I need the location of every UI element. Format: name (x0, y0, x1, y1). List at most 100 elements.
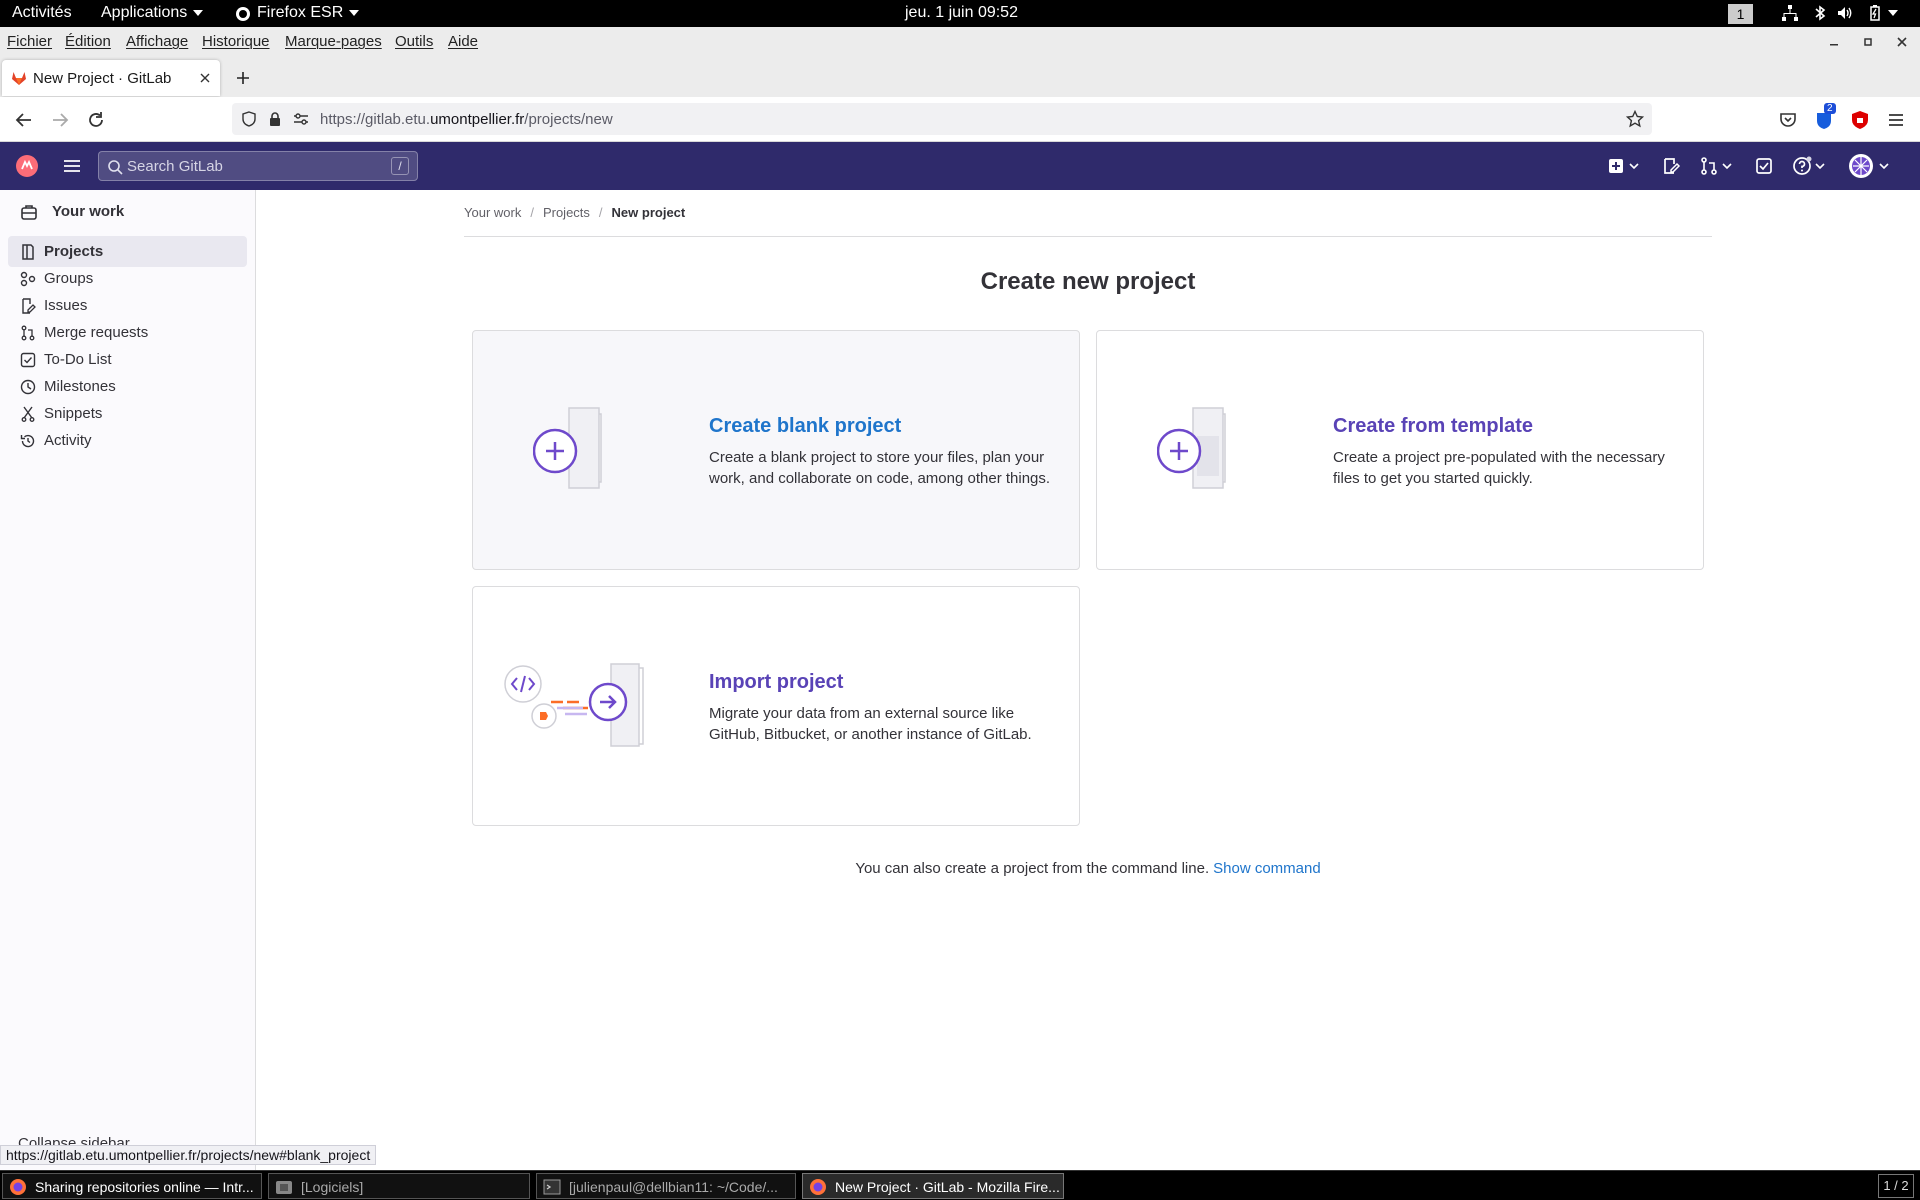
maximize-icon[interactable] (1858, 32, 1878, 52)
issues-header-icon[interactable] (1661, 156, 1681, 176)
show-command-link[interactable]: Show command (1213, 860, 1321, 877)
workspace-indicator[interactable]: 1 (1728, 4, 1753, 24)
milestone-icon (20, 379, 36, 395)
group-icon (20, 271, 36, 287)
sidebar-item-label: Milestones (44, 378, 116, 395)
sidebar-item-label: Issues (44, 297, 88, 314)
menu-affichage[interactable]: Affichage (126, 33, 188, 50)
create-from-template-description: Create a project pre-populated with the … (1333, 449, 1665, 487)
permissions-icon[interactable] (293, 111, 309, 127)
create-blank-project-panel[interactable]: Create blank project Create a blank proj… (472, 330, 1080, 570)
taskbar: Sharing repositories online — Intr... [L… (0, 1170, 1920, 1200)
search-gitlab-input[interactable]: Search GitLab / (98, 151, 418, 181)
import-project-title[interactable]: Import project (709, 671, 843, 694)
menu-aide[interactable]: Aide (448, 33, 478, 50)
issues-icon (20, 298, 36, 314)
import-project-description: Migrate your data from an external sourc… (709, 705, 1032, 743)
task-label: Sharing repositories online — Intr... (35, 1179, 254, 1195)
create-new-icon[interactable] (1606, 156, 1626, 176)
task-new-project-firefox[interactable]: New Project · GitLab - Mozilla Fire... (802, 1173, 1064, 1199)
task-terminal[interactable]: [julienpaul@dellbian11: ~/Code/... (536, 1173, 796, 1199)
back-icon[interactable] (13, 109, 35, 131)
create-blank-project-title[interactable]: Create blank project (709, 415, 901, 438)
menu-marque-pages[interactable]: Marque-pages (285, 33, 382, 50)
terminal-icon (543, 1178, 561, 1196)
task-sharing-repositories[interactable]: Sharing repositories online — Intr... (2, 1173, 262, 1199)
chevron-down-icon[interactable] (1878, 156, 1890, 176)
bluetooth-icon[interactable] (1811, 4, 1829, 22)
tab-new-project[interactable]: New Project · GitLab (2, 60, 220, 96)
page-title: Create new project (980, 268, 1196, 295)
hamburger-menu-icon[interactable] (1885, 109, 1907, 131)
create-from-template-title[interactable]: Create from template (1333, 415, 1533, 438)
link-status-url: https://gitlab.etu.umontpellier.fr/proje… (0, 1145, 377, 1165)
help-icon[interactable] (1792, 156, 1812, 176)
new-tab-icon[interactable] (234, 69, 252, 87)
create-from-template-panel[interactable]: Create from template Create a project pr… (1096, 330, 1704, 570)
bookmark-star-icon[interactable] (1625, 109, 1645, 128)
sidebar: Your work Projects Groups Issues Merge r… (0, 190, 256, 1173)
breadcrumb: Your work / Projects / New project (464, 205, 686, 220)
template-project-illustration-icon (1156, 406, 1257, 496)
sidebar-toggle-icon[interactable] (62, 156, 82, 176)
applications-menu[interactable]: Applications (101, 4, 203, 22)
gitlab-logo-icon[interactable] (16, 155, 38, 177)
extension-badge: 2 (1824, 103, 1836, 114)
sidebar-item-label: To-Do List (44, 351, 112, 368)
sidebar-title: Your work (52, 203, 125, 220)
network-icon[interactable] (1781, 4, 1799, 22)
menu-edition[interactable]: Édition (65, 33, 111, 50)
todo-icon (20, 352, 36, 368)
pocket-icon[interactable] (1777, 109, 1799, 131)
search-shortcut-hint: / (391, 157, 409, 175)
gitlab-header: Search GitLab / (0, 142, 1920, 190)
tab-strip: New Project · GitLab (0, 57, 1920, 97)
firefox-icon (9, 1178, 27, 1196)
breadcrumb-your-work[interactable]: Your work (464, 205, 521, 220)
forward-icon[interactable] (49, 109, 71, 131)
reload-icon[interactable] (85, 109, 107, 131)
tracking-shield-icon[interactable] (241, 111, 257, 127)
minimize-icon[interactable] (1824, 32, 1844, 52)
volume-icon[interactable] (1836, 4, 1854, 22)
task-label: [Logiciels] (301, 1179, 364, 1195)
divider (464, 236, 1712, 237)
navigation-toolbar: https://gitlab.etu.umontpellier.fr/proje… (0, 97, 1920, 142)
activities-button[interactable]: Activités (12, 4, 72, 22)
search-icon (107, 159, 123, 175)
close-window-icon[interactable] (1892, 32, 1912, 52)
chevron-down-icon[interactable] (1721, 156, 1733, 176)
menu-outils[interactable]: Outils (395, 33, 433, 50)
briefcase-icon (20, 203, 38, 221)
import-project-panel[interactable]: Import project Migrate your data from an… (472, 586, 1080, 826)
sidebar-item-label: Activity (44, 432, 92, 449)
clock[interactable]: jeu. 1 juin 09:52 (905, 4, 1018, 22)
ublock-icon[interactable] (1849, 109, 1871, 131)
menu-fichier[interactable]: Fichier (7, 33, 52, 50)
menu-historique[interactable]: Historique (202, 33, 270, 50)
breadcrumb-new-project[interactable]: New project (612, 205, 686, 220)
sidebar-item-label: Groups (44, 270, 94, 287)
search-placeholder: Search GitLab (127, 158, 223, 175)
workspace-pager[interactable]: 1 / 2 (1878, 1174, 1914, 1198)
sidebar-item-activity[interactable]: Activity (8, 425, 247, 456)
firefox-icon (809, 1178, 827, 1196)
address-bar[interactable]: https://gitlab.etu.umontpellier.fr/proje… (232, 103, 1652, 135)
command-line-note: You can also create a project from the c… (464, 860, 1712, 877)
task-logiciels[interactable]: [Logiciels] (268, 1173, 530, 1199)
merge-requests-header-icon[interactable] (1699, 156, 1719, 176)
close-tab-icon[interactable] (198, 71, 212, 85)
blank-project-illustration-icon (532, 406, 633, 496)
folder-icon (275, 1178, 293, 1196)
chevron-down-icon[interactable] (1628, 156, 1640, 176)
firefox-app-menu[interactable]: Firefox ESR (257, 4, 359, 22)
command-line-text: You can also create a project from the c… (855, 860, 1210, 877)
todo-header-icon[interactable] (1754, 156, 1774, 176)
system-menu-arrow[interactable] (1882, 4, 1892, 22)
firefox-icon (235, 6, 251, 22)
breadcrumb-projects[interactable]: Projects (543, 205, 590, 220)
lock-icon[interactable] (267, 111, 283, 127)
extension-icon[interactable]: 2 (1813, 103, 1836, 131)
chevron-down-icon[interactable] (1814, 156, 1826, 176)
user-avatar[interactable] (1849, 154, 1873, 178)
